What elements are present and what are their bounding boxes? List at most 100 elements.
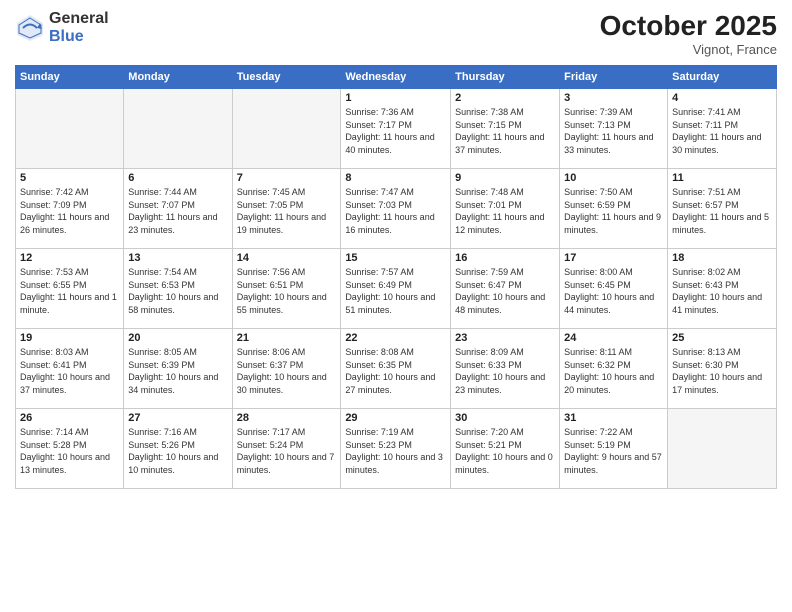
calendar-cell: 13 Sunrise: 7:54 AM Sunset: 6:53 PM Dayli… xyxy=(124,249,232,329)
day-number: 7 xyxy=(237,172,337,184)
day-number: 14 xyxy=(237,252,337,264)
day-number: 1 xyxy=(345,92,446,104)
day-number: 27 xyxy=(128,412,227,424)
day-number: 13 xyxy=(128,252,227,264)
day-info: Sunrise: 7:54 AM Sunset: 6:53 PM Dayligh… xyxy=(128,266,227,316)
calendar-cell: 18Sunrise: 8:02 AM Sunset: 6:43 PM Dayli… xyxy=(668,249,777,329)
day-info: Sunrise: 7:57 AM Sunset: 6:49 PM Dayligh… xyxy=(345,266,446,316)
day-number: 9 xyxy=(455,172,555,184)
day-info: Sunrise: 8:03 AM Sunset: 6:41 PM Dayligh… xyxy=(20,346,119,396)
day-info: Sunrise: 7:51 AM Sunset: 6:57 PM Dayligh… xyxy=(672,186,772,236)
day-number: 24 xyxy=(564,332,663,344)
calendar-cell: 14 Sunrise: 7:56 AM Sunset: 6:51 PM Dayli… xyxy=(232,249,341,329)
day-info: Sunrise: 7:53 AM Sunset: 6:55 PM Dayligh… xyxy=(20,266,119,316)
logo: General Blue xyxy=(15,10,109,45)
day-number: 19 xyxy=(20,332,119,344)
col-saturday: Saturday xyxy=(668,66,777,89)
col-sunday: Sunday xyxy=(16,66,124,89)
day-number: 23 xyxy=(455,332,555,344)
day-info: Sunrise: 7:20 AM Sunset: 5:21 PM Dayligh… xyxy=(455,426,555,476)
month-title: October 2025 xyxy=(600,10,777,42)
day-info: Sunrise: 7:44 AM Sunset: 7:07 PM Dayligh… xyxy=(128,186,227,236)
calendar-cell xyxy=(668,409,777,489)
col-wednesday: Wednesday xyxy=(341,66,451,89)
day-info: Sunrise: 8:11 AM Sunset: 6:32 PM Dayligh… xyxy=(564,346,663,396)
calendar-cell: 21 Sunrise: 8:06 AM Sunset: 6:37 PM Dayli… xyxy=(232,329,341,409)
day-number: 22 xyxy=(345,332,446,344)
day-info: Sunrise: 8:13 AM Sunset: 6:30 PM Dayligh… xyxy=(672,346,772,396)
day-info: Sunrise: 7:39 AM Sunset: 7:13 PM Dayligh… xyxy=(564,106,663,156)
calendar-cell: 16 Sunrise: 7:59 AM Sunset: 6:47 PM Dayli… xyxy=(451,249,560,329)
calendar-cell: 30 Sunrise: 7:20 AM Sunset: 5:21 PM Dayli… xyxy=(451,409,560,489)
day-number: 21 xyxy=(237,332,337,344)
day-number: 25 xyxy=(672,332,772,344)
day-info: Sunrise: 7:41 AM Sunset: 7:11 PM Dayligh… xyxy=(672,106,772,156)
day-info: Sunrise: 8:00 AM Sunset: 6:45 PM Dayligh… xyxy=(564,266,663,316)
day-number: 17 xyxy=(564,252,663,264)
calendar-cell: 8 Sunrise: 7:47 AM Sunset: 7:03 PM Daylig… xyxy=(341,169,451,249)
day-info: Sunrise: 7:59 AM Sunset: 6:47 PM Dayligh… xyxy=(455,266,555,316)
day-info: Sunrise: 7:19 AM Sunset: 5:23 PM Dayligh… xyxy=(345,426,446,476)
calendar-cell xyxy=(16,89,124,169)
day-number: 26 xyxy=(20,412,119,424)
day-number: 4 xyxy=(672,92,772,104)
day-number: 2 xyxy=(455,92,555,104)
day-number: 31 xyxy=(564,412,663,424)
calendar-cell xyxy=(232,89,341,169)
day-info: Sunrise: 8:08 AM Sunset: 6:35 PM Dayligh… xyxy=(345,346,446,396)
calendar-cell: 2 Sunrise: 7:38 AM Sunset: 7:15 PM Daylig… xyxy=(451,89,560,169)
calendar-cell: 17 Sunrise: 8:00 AM Sunset: 6:45 PM Dayli… xyxy=(560,249,668,329)
col-monday: Monday xyxy=(124,66,232,89)
calendar-cell: 31 Sunrise: 7:22 AM Sunset: 5:19 PM Dayli… xyxy=(560,409,668,489)
day-number: 5 xyxy=(20,172,119,184)
calendar-cell: 27Sunrise: 7:16 AM Sunset: 5:26 PM Dayli… xyxy=(124,409,232,489)
day-info: Sunrise: 7:45 AM Sunset: 7:05 PM Dayligh… xyxy=(237,186,337,236)
day-info: Sunrise: 7:14 AM Sunset: 5:28 PM Dayligh… xyxy=(20,426,119,476)
calendar-cell: 15Sunrise: 7:57 AM Sunset: 6:49 PM Dayli… xyxy=(341,249,451,329)
calendar-cell xyxy=(124,89,232,169)
day-info: Sunrise: 7:36 AM Sunset: 7:17 PM Dayligh… xyxy=(345,106,446,156)
day-number: 16 xyxy=(455,252,555,264)
col-thursday: Thursday xyxy=(451,66,560,89)
logo-general-text: General xyxy=(49,10,109,28)
calendar-cell: 5 Sunrise: 7:42 AM Sunset: 7:09 PM Daylig… xyxy=(16,169,124,249)
calendar-cell: 26 Sunrise: 7:14 AM Sunset: 5:28 PM Dayli… xyxy=(16,409,124,489)
day-number: 8 xyxy=(345,172,446,184)
day-info: Sunrise: 7:56 AM Sunset: 6:51 PM Dayligh… xyxy=(237,266,337,316)
day-number: 6 xyxy=(128,172,227,184)
day-info: Sunrise: 7:22 AM Sunset: 5:19 PM Dayligh… xyxy=(564,426,663,476)
calendar-week-row: 1 Sunrise: 7:36 AM Sunset: 7:17 PM Daylig… xyxy=(16,89,777,169)
calendar-week-row: 19 Sunrise: 8:03 AM Sunset: 6:41 PM Dayli… xyxy=(16,329,777,409)
day-number: 20 xyxy=(128,332,227,344)
calendar-week-row: 12Sunrise: 7:53 AM Sunset: 6:55 PM Dayli… xyxy=(16,249,777,329)
calendar-table: Sunday Monday Tuesday Wednesday Thursday… xyxy=(15,65,777,489)
day-number: 3 xyxy=(564,92,663,104)
col-tuesday: Tuesday xyxy=(232,66,341,89)
day-info: Sunrise: 8:06 AM Sunset: 6:37 PM Dayligh… xyxy=(237,346,337,396)
day-info: Sunrise: 7:42 AM Sunset: 7:09 PM Dayligh… xyxy=(20,186,119,236)
calendar-cell: 9Sunrise: 7:48 AM Sunset: 7:01 PM Daylig… xyxy=(451,169,560,249)
day-info: Sunrise: 7:47 AM Sunset: 7:03 PM Dayligh… xyxy=(345,186,446,236)
calendar-cell: 12Sunrise: 7:53 AM Sunset: 6:55 PM Dayli… xyxy=(16,249,124,329)
calendar-week-row: 26 Sunrise: 7:14 AM Sunset: 5:28 PM Dayli… xyxy=(16,409,777,489)
calendar-cell: 20 Sunrise: 8:05 AM Sunset: 6:39 PM Dayli… xyxy=(124,329,232,409)
logo-icon xyxy=(15,13,45,43)
logo-text: General Blue xyxy=(49,10,109,45)
day-number: 29 xyxy=(345,412,446,424)
day-info: Sunrise: 8:05 AM Sunset: 6:39 PM Dayligh… xyxy=(128,346,227,396)
day-number: 28 xyxy=(237,412,337,424)
day-number: 11 xyxy=(672,172,772,184)
day-number: 30 xyxy=(455,412,555,424)
calendar-cell: 11 Sunrise: 7:51 AM Sunset: 6:57 PM Dayli… xyxy=(668,169,777,249)
day-number: 18 xyxy=(672,252,772,264)
day-info: Sunrise: 7:17 AM Sunset: 5:24 PM Dayligh… xyxy=(237,426,337,476)
header: General Blue October 2025 Vignot, France xyxy=(15,10,777,57)
day-info: Sunrise: 7:38 AM Sunset: 7:15 PM Dayligh… xyxy=(455,106,555,156)
calendar-cell: 6 Sunrise: 7:44 AM Sunset: 7:07 PM Daylig… xyxy=(124,169,232,249)
calendar-cell: 10Sunrise: 7:50 AM Sunset: 6:59 PM Dayli… xyxy=(560,169,668,249)
calendar-header-row: Sunday Monday Tuesday Wednesday Thursday… xyxy=(16,66,777,89)
calendar-cell: 29 Sunrise: 7:19 AM Sunset: 5:23 PM Dayli… xyxy=(341,409,451,489)
calendar-cell: 28 Sunrise: 7:17 AM Sunset: 5:24 PM Dayli… xyxy=(232,409,341,489)
page: General Blue October 2025 Vignot, France… xyxy=(0,0,792,612)
calendar-cell: 23Sunrise: 8:09 AM Sunset: 6:33 PM Dayli… xyxy=(451,329,560,409)
